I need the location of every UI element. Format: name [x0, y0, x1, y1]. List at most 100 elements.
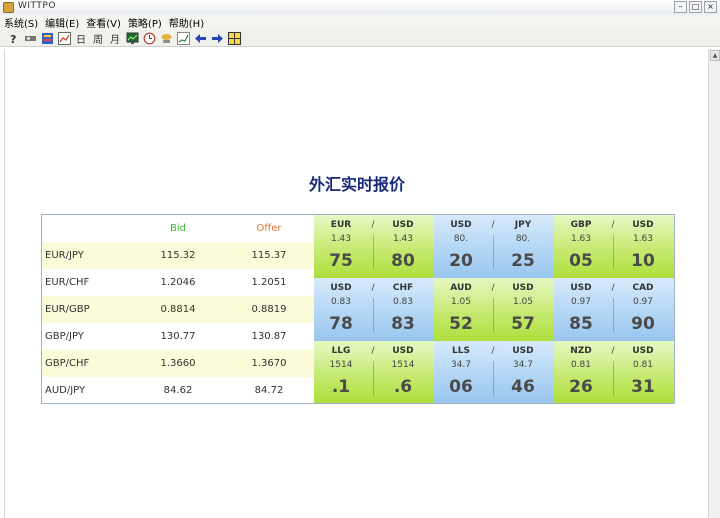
pair-cell: GBP/JPY [45, 331, 84, 342]
tile-quote-currency: USD [632, 220, 654, 230]
chart-icon[interactable] [57, 31, 71, 45]
table-row[interactable]: AUD/JPY 84.62 84.72 [42, 377, 314, 404]
price-tile[interactable]: NZD / USD 0.81 0.81 26 31 [554, 341, 674, 403]
tile-offer-prefix: 1.43 [392, 234, 414, 244]
tile-base-currency: USD [570, 283, 592, 293]
price-tile[interactable]: USD / CAD 0.97 0.97 85 90 [554, 278, 674, 341]
tile-bid-prefix: 0.81 [570, 360, 592, 370]
table-row[interactable]: GBP/CHF 1.3660 1.3670 [42, 350, 314, 377]
connect-icon[interactable] [23, 31, 37, 45]
arrow-right-icon[interactable] [210, 31, 224, 45]
tile-bid-pips: 06 [449, 377, 473, 397]
tile-offer-prefix: 80. [515, 234, 531, 244]
quote-panel: Bid Offer EUR/JPY 115.32 115.37 EUR/CHF … [41, 214, 675, 404]
clock-icon[interactable] [142, 31, 156, 45]
tile-offer-pips: 31 [631, 377, 655, 397]
tile-offer-pips: .6 [393, 377, 413, 397]
tile-base-currency: LLS [452, 346, 470, 356]
menu-help[interactable]: 帮助(H) [165, 15, 207, 30]
price-tile[interactable]: LLG / USD 1514 1514.1.6 [314, 341, 434, 403]
tile-quote-currency: CHF [392, 283, 414, 293]
tile-quote-currency: USD [512, 283, 534, 293]
tile-offer-pips: 57 [511, 314, 535, 334]
bid-cell: 0.8814 [160, 304, 196, 315]
page-title: 外汇实时报价 [308, 175, 405, 194]
tile-bid-prefix: 1.63 [570, 234, 592, 244]
menu-strategy[interactable]: 策略(P) [124, 15, 165, 30]
tile-offer-pips: 25 [511, 251, 535, 271]
tile-divider [613, 235, 614, 269]
minimize-button[interactable]: – [674, 1, 687, 13]
vertical-scrollbar[interactable]: ▲ [708, 49, 720, 518]
svg-text:?: ? [10, 33, 16, 45]
tile-offer-prefix: 1.63 [632, 234, 654, 244]
tile-divider [373, 298, 374, 332]
tile-bid-pips: 26 [569, 377, 593, 397]
tile-bid-pips: 20 [449, 251, 473, 271]
window-title: WITTPO [18, 1, 56, 11]
close-button[interactable]: × [704, 1, 717, 13]
tile-divider [493, 298, 494, 332]
tile-offer-prefix: 0.81 [632, 360, 654, 370]
tile-offer-pips: 90 [631, 314, 655, 334]
tile-bid-prefix: 1.05 [450, 297, 472, 307]
tile-bid-prefix: 34.7 [450, 360, 472, 370]
tile-bid-pips: 75 [329, 251, 353, 271]
table-row[interactable]: EUR/JPY 115.32 115.37 [42, 242, 314, 269]
offer-cell: 1.2051 [251, 277, 287, 288]
table-row[interactable]: EUR/CHF 1.2046 1.2051 [42, 269, 314, 296]
table-row[interactable]: GBP/JPY 130.77 130.87 [42, 323, 314, 350]
bid-cell: 1.2046 [160, 277, 196, 288]
bid-cell: 115.32 [160, 250, 196, 261]
tile-divider [493, 235, 494, 269]
day-button[interactable]: 日 [74, 31, 88, 46]
menu-system[interactable]: 系统(S) [0, 15, 41, 30]
main-content: 外汇实时报价 Bid Offer EUR/JPY 115.32 115.37 E… [4, 49, 709, 518]
help-icon[interactable]: ? [6, 31, 20, 45]
table-row[interactable]: EUR/GBP 0.8814 0.8819 [42, 296, 314, 323]
tile-bid-pips: .1 [331, 377, 351, 397]
offer-cell: 0.8819 [251, 304, 287, 315]
tile-bid-pips: 78 [329, 314, 353, 334]
pair-cell: AUD/JPY [45, 385, 86, 396]
price-tile[interactable]: EUR / USD 1.43 1.43 75 80 [314, 215, 434, 278]
menu-edit[interactable]: 编辑(E) [41, 15, 82, 30]
tile-quote-currency: JPY [514, 220, 532, 230]
graph-icon[interactable] [176, 31, 190, 45]
maximize-button[interactable]: □ [689, 1, 702, 13]
grid-icon[interactable] [227, 31, 241, 45]
tile-divider [613, 361, 614, 395]
pair-cell: GBP/CHF [45, 358, 90, 369]
tile-quote-currency: USD [632, 346, 654, 356]
app-icon [3, 2, 14, 13]
header-offer: Offer [256, 223, 282, 234]
tile-bid-prefix: 0.97 [570, 297, 592, 307]
price-tile[interactable]: USD / JPY 80. 80. 20 25 [434, 215, 554, 278]
tile-offer-prefix: 34.7 [512, 360, 534, 370]
menu-view[interactable]: 查看(V) [82, 15, 124, 30]
monitor-icon[interactable] [125, 31, 139, 45]
week-button[interactable]: 周 [91, 31, 105, 46]
tile-divider [613, 298, 614, 332]
arrow-left-icon[interactable] [193, 31, 207, 45]
bid-cell: 130.77 [160, 331, 196, 342]
month-button[interactable]: 月 [108, 31, 122, 46]
tile-offer-pips: 83 [391, 314, 415, 334]
price-tile[interactable]: USD / CHF 0.83 0.83 78 83 [314, 278, 434, 341]
tile-quote-currency: USD [512, 346, 534, 356]
lamp-icon[interactable] [159, 31, 173, 45]
scroll-up-button[interactable]: ▲ [710, 50, 720, 61]
book-icon[interactable] [40, 31, 54, 45]
price-tile[interactable]: GBP / USD 1.63 1.63 05 10 [554, 215, 674, 278]
tile-quote-currency: USD [392, 220, 414, 230]
tile-bid-prefix: 0.83 [330, 297, 352, 307]
tile-base-currency: LLG [331, 346, 351, 356]
tile-base-currency: EUR [330, 220, 352, 230]
tile-bid-prefix: 80. [453, 234, 469, 244]
tile-offer-prefix: 0.97 [632, 297, 654, 307]
offer-cell: 115.37 [251, 250, 287, 261]
price-tile[interactable]: AUD / USD 1.05 1.05 52 57 [434, 278, 554, 341]
price-tile[interactable]: LLS / USD 34.7 34.7 06 46 [434, 341, 554, 403]
pair-cell: EUR/GBP [45, 304, 90, 315]
pair-cell: EUR/JPY [45, 250, 84, 261]
